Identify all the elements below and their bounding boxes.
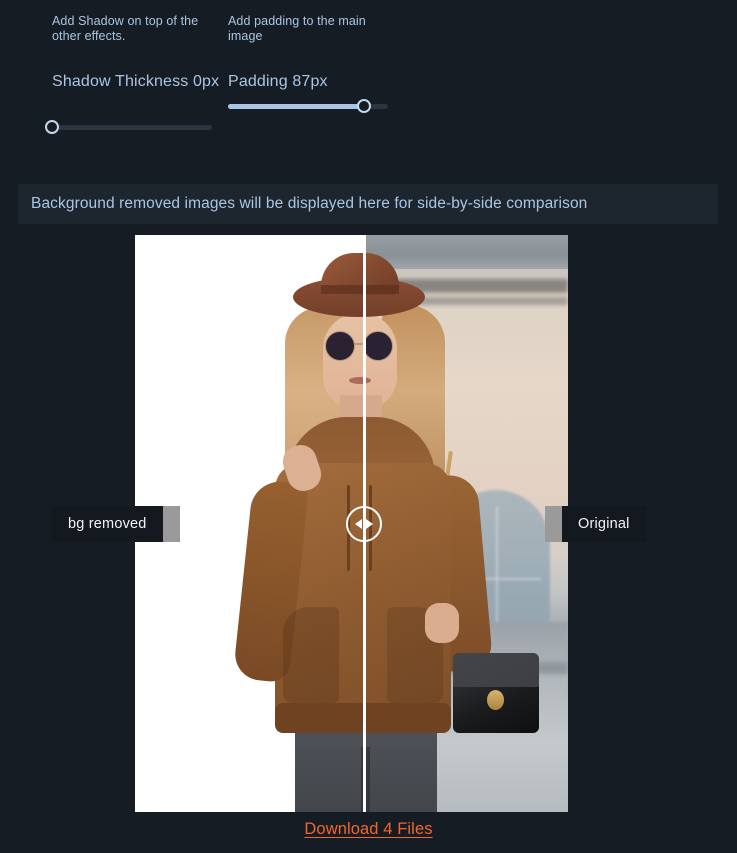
shadow-control-group: Add Shadow on top of the other effects. … xyxy=(52,14,220,92)
effects-controls: Add Shadow on top of the other effects. … xyxy=(0,0,737,165)
padding-slider-thumb[interactable] xyxy=(357,99,371,113)
padding-slider-fill xyxy=(228,104,364,109)
download-area: Download 4 Files xyxy=(0,820,737,839)
handbag-flap xyxy=(453,653,539,687)
download-files-link[interactable]: Download 4 Files xyxy=(304,820,432,838)
hoodie-pocket-left xyxy=(283,607,339,703)
padding-slider[interactable] xyxy=(228,99,388,113)
padding-description: Add padding to the main image xyxy=(228,14,366,43)
bg-removed-label: bg removed xyxy=(52,506,163,542)
original-label: Original xyxy=(562,506,646,542)
arrow-right-icon xyxy=(366,518,374,529)
padding-value-label: Padding 87px xyxy=(228,73,328,90)
shadow-thickness-slider[interactable] xyxy=(45,120,212,134)
comparison-info-banner: Background removed images will be displa… xyxy=(18,184,718,224)
arrow-left-icon xyxy=(355,518,363,529)
handbag-clasp xyxy=(487,690,504,710)
model-pocket-hand xyxy=(425,603,459,643)
shadow-slider-track[interactable] xyxy=(52,125,212,130)
background-remover-page: Add Shadow on top of the other effects. … xyxy=(0,0,737,853)
shadow-slider-thumb[interactable] xyxy=(45,120,59,134)
sunglasses-left-lens xyxy=(325,331,355,361)
shadow-description: Add Shadow on top of the other effects. xyxy=(52,14,199,43)
comparison-slider-handle[interactable] xyxy=(346,505,383,542)
padding-control-group: Add padding to the main image Padding 87… xyxy=(228,14,396,92)
shadow-thickness-label: Shadow Thickness 0px xyxy=(52,73,220,90)
sunglasses-right-lens xyxy=(363,331,393,361)
comparison-info-text: Background removed images will be displa… xyxy=(31,195,588,212)
